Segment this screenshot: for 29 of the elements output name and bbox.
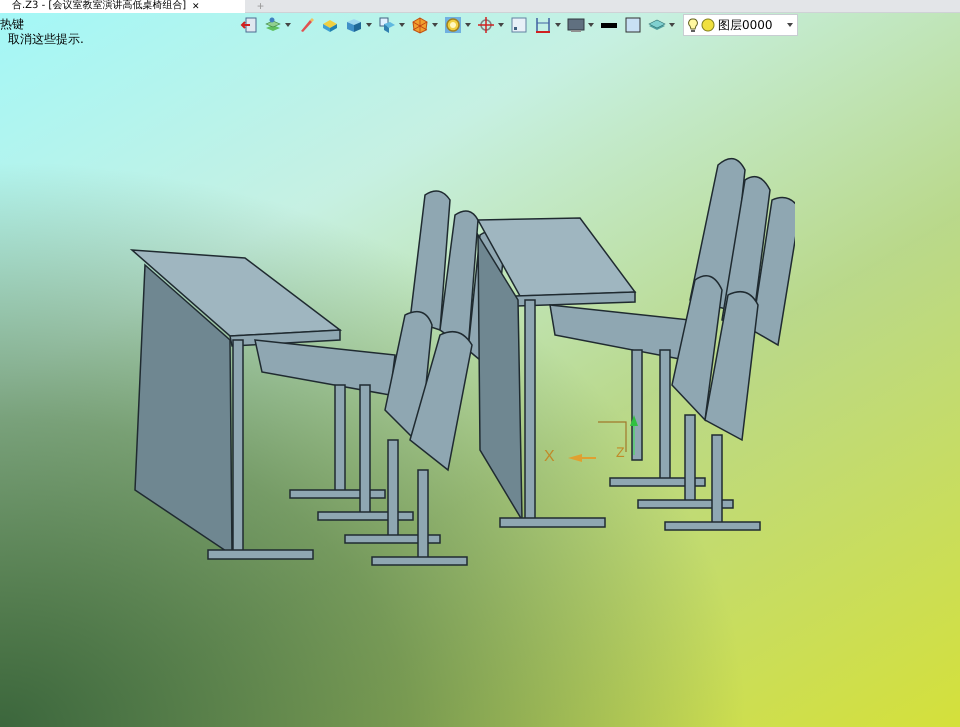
dropdown-caret-icon[interactable] [465, 23, 471, 27]
x-axis-label: X [544, 448, 555, 466]
dropdown-caret-icon [787, 23, 793, 27]
view-cube-icon[interactable] [378, 16, 396, 34]
dropdown-caret-icon[interactable] [399, 23, 405, 27]
dropdown-caret-icon[interactable] [588, 23, 594, 27]
target-icon[interactable] [477, 16, 495, 34]
layer-dropdown[interactable]: 图层0000 [683, 14, 798, 36]
frame-icon[interactable] [510, 16, 528, 34]
dropdown-caret-icon[interactable] [555, 23, 561, 27]
z-axis-label: Z [616, 444, 625, 460]
polygon-shape-icon[interactable] [411, 16, 429, 34]
dropdown-caret-icon[interactable] [285, 23, 291, 27]
lightbulb-icon [688, 18, 698, 32]
cube-icon[interactable] [345, 16, 363, 34]
dropdown-caret-icon[interactable] [366, 23, 372, 27]
hint-text: 取消这些提示. [8, 32, 84, 47]
close-icon[interactable]: ✕ [192, 0, 200, 12]
exit-icon[interactable] [240, 16, 258, 34]
ring-icon[interactable] [444, 16, 462, 34]
circle-icon [701, 18, 715, 32]
layers-icon[interactable] [264, 16, 282, 34]
dropdown-caret-icon[interactable] [432, 23, 438, 27]
hint-text: 热键 [0, 17, 25, 32]
dimension-icon[interactable] [534, 16, 552, 34]
dropdown-caret-icon[interactable] [498, 23, 504, 27]
display-icon[interactable] [567, 16, 585, 34]
fill-color-icon[interactable] [624, 16, 642, 34]
dropdown-caret-icon[interactable] [669, 23, 675, 27]
